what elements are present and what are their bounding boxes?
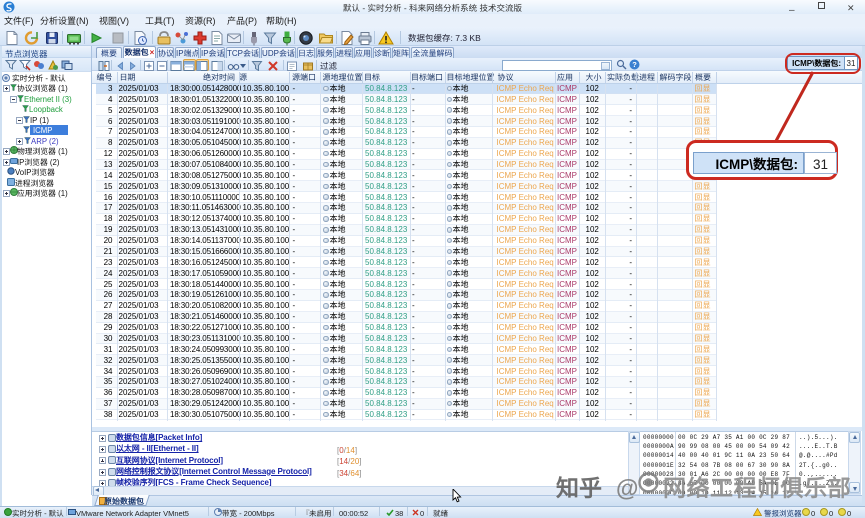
- svg-text:?: ?: [632, 59, 637, 70]
